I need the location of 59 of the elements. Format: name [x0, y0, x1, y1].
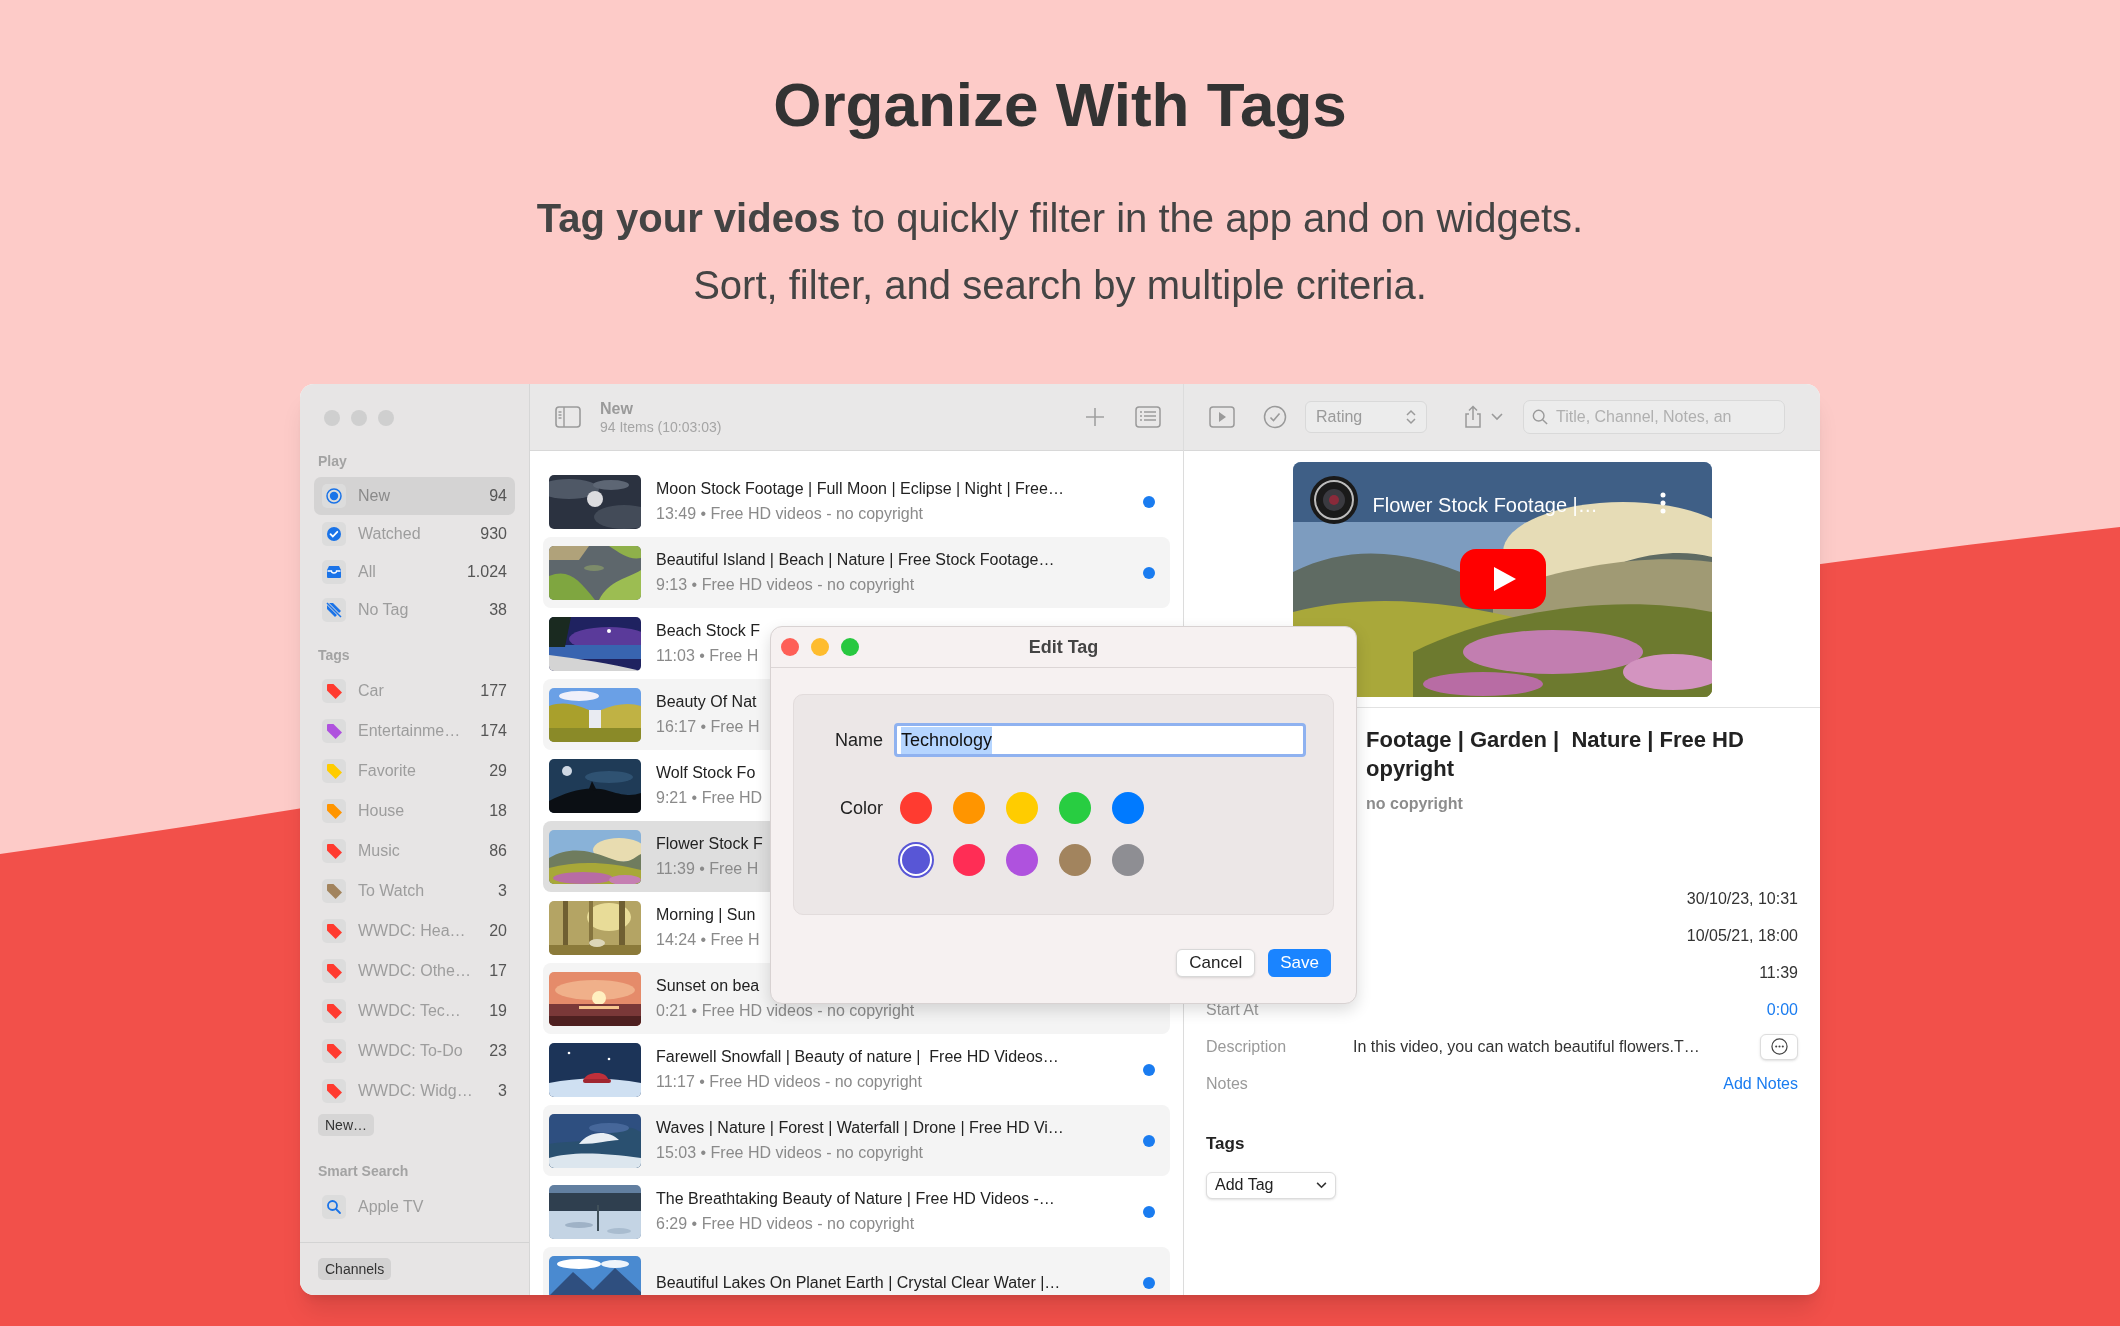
- item-count: 94: [489, 486, 507, 506]
- item-count: 17: [489, 961, 507, 981]
- subtitle-text: Sort, filter, and search by multiple criteria.: [693, 262, 1427, 309]
- video-meta: 11:03 • Free H: [656, 646, 760, 666]
- field-value: 30/10/23, 10:31: [1686, 888, 1798, 909]
- field-label: Notes: [1206, 1074, 1248, 1092]
- video-meta: 14:24 • Free H: [656, 930, 760, 950]
- item-count: 18: [489, 801, 507, 821]
- list-subtitle: 94 Items (10:03:03): [600, 417, 722, 436]
- video-meta: 6:29 • Free HD videos - no copyright: [656, 1214, 916, 1234]
- video-meta: 15:03 • Free HD videos - no copyright: [656, 1143, 925, 1163]
- video-meta: 9:21 • Free HD: [656, 788, 763, 808]
- name-label: Name: [834, 728, 883, 752]
- video-meta: 16:17 • Free H: [656, 717, 760, 737]
- field-value: 11:39: [1759, 962, 1798, 983]
- video-title: Beach Stock F: [656, 621, 761, 641]
- video-meta: 13:49 • Free HD videos - no copyright: [656, 504, 925, 524]
- video-title: Beautiful Island | Beach | Nature | Free Stock Footage…: [656, 550, 1055, 570]
- field-label: Start At: [1206, 1000, 1259, 1018]
- video-detail-title: opyright: [1366, 755, 1455, 783]
- video-title: Farewell Snowfall | Beauty of nature | Free HD Videos…: [656, 1047, 1059, 1067]
- item-count: 174: [480, 721, 507, 741]
- item-count: 86: [489, 841, 507, 861]
- channel-name: no copyright: [1366, 794, 1464, 814]
- item-count: 177: [480, 681, 507, 701]
- field-label: Description: [1206, 1037, 1287, 1055]
- video-meta: 11:39 • Free H: [656, 859, 760, 879]
- dialog-title: Edit Tag: [1027, 635, 1100, 659]
- section-header: Play: [318, 452, 347, 471]
- video-title: Waves | Nature | Forest | Waterfall | Drone | Free HD Vi…: [656, 1118, 1064, 1138]
- list-title: New: [600, 398, 634, 418]
- video-title: Moon Stock Footage | Full Moon | Eclipse | Night | Free…: [656, 479, 1064, 499]
- item-count: 3: [498, 1081, 507, 1101]
- item-count: 20: [489, 921, 507, 941]
- video-title: Beauty Of Nat: [656, 692, 758, 712]
- item-count: 29: [489, 761, 507, 781]
- video-title: Wolf Stock Fo: [656, 763, 757, 783]
- video-title: Flower Stock F: [656, 834, 763, 854]
- item-count: 1.024: [466, 562, 507, 582]
- video-meta: 9:13 • Free HD videos - no copyright: [656, 575, 916, 595]
- video-title: Morning | Sun: [656, 905, 757, 925]
- item-count: 23: [489, 1041, 507, 1061]
- video-title: The Breathtaking Beauty of Nature | Free HD Videos -…: [656, 1189, 1055, 1209]
- section-header: Tags: [318, 646, 350, 665]
- color-label: Color: [839, 797, 883, 820]
- section-header: Smart Search: [318, 1162, 409, 1181]
- item-count: 930: [480, 524, 507, 544]
- tags-header: Tags: [1206, 1133, 1245, 1155]
- item-count: 38: [489, 600, 507, 620]
- field-value: In this video, you can watch beautiful flowers.T…: [1353, 1036, 1700, 1057]
- field-value: 10/05/21, 18:00: [1686, 925, 1798, 946]
- video-title: Beautiful Lakes On Planet Earth | Crystal Clear Water |…: [656, 1272, 1061, 1293]
- video-meta: 11:17 • Free HD videos - no copyright: [656, 1072, 923, 1092]
- item-count: 3: [498, 881, 507, 901]
- subtitle-text: Tag your videos to quickly filter in the app and on widgets.: [536, 195, 1584, 242]
- video-title: Sunset on bea: [656, 976, 761, 996]
- item-count: 19: [489, 1001, 507, 1021]
- video-detail-title: Footage | Garden | Nature | Free HD: [1366, 726, 1745, 754]
- video-meta: 0:21 • Free HD videos - no copyright: [656, 1001, 915, 1021]
